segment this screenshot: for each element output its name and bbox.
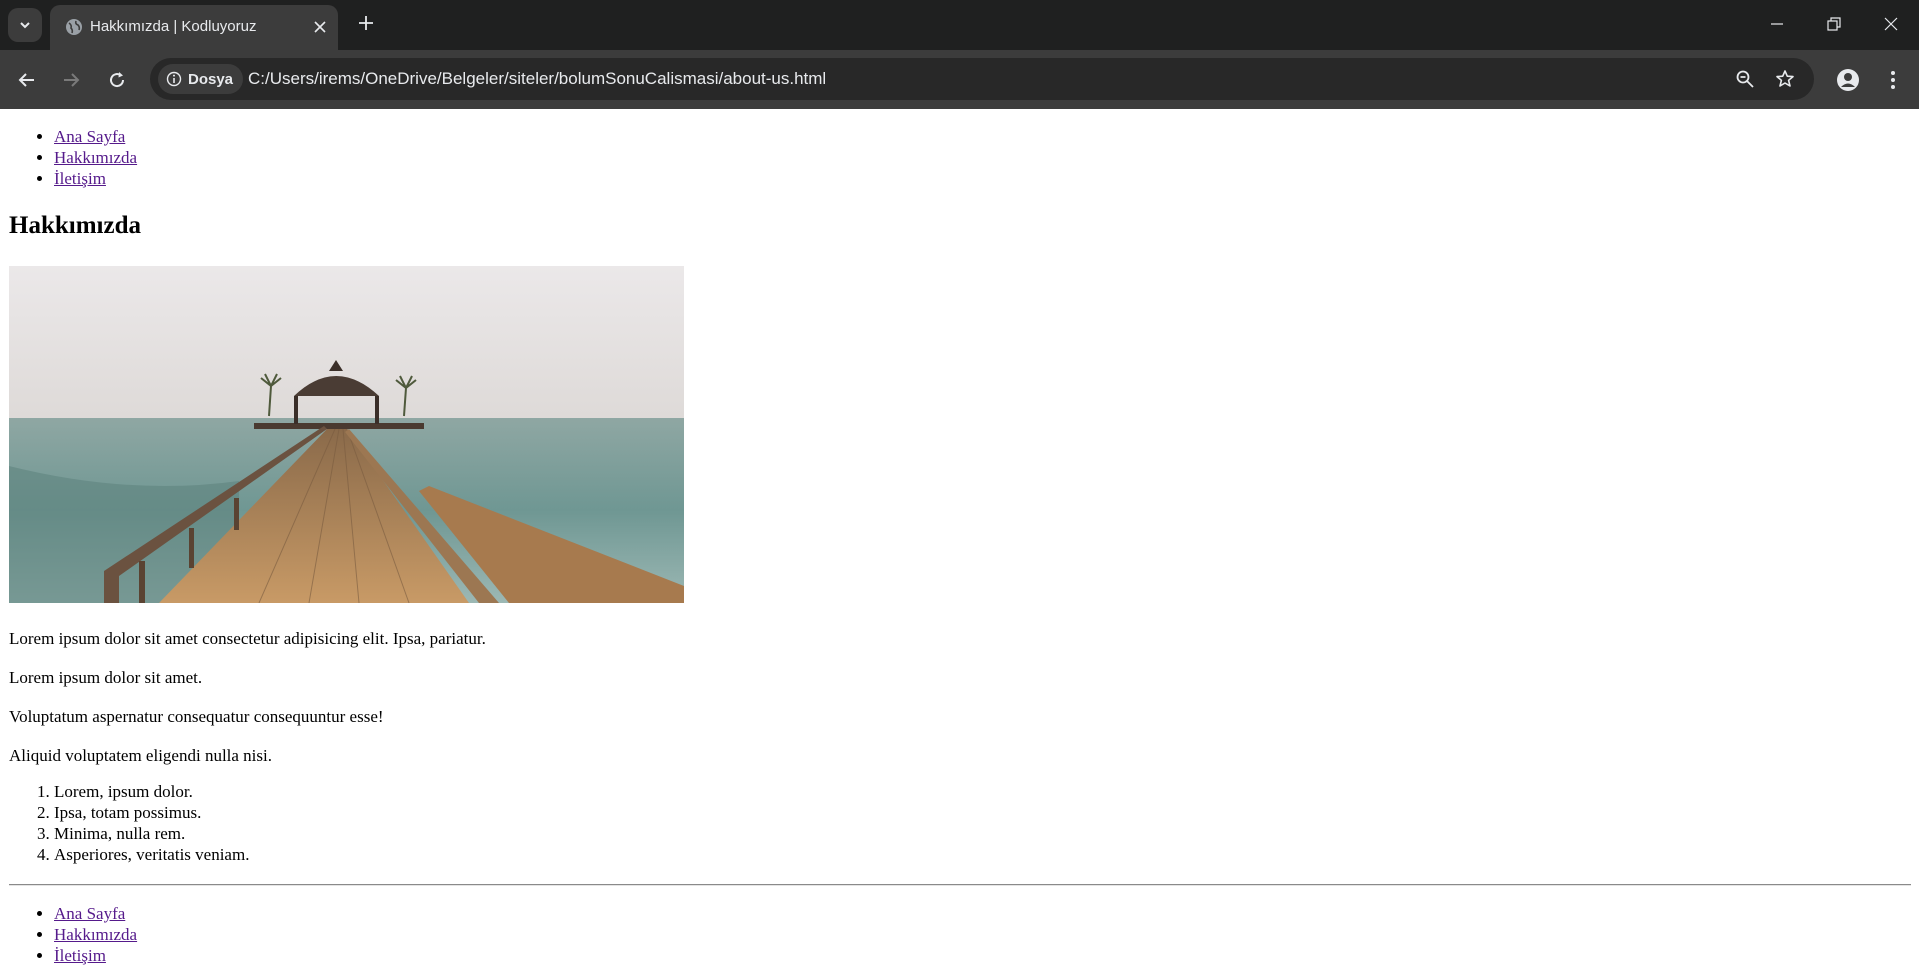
tab-strip: Hakkımızda | Kodluyoruz [0, 0, 1919, 50]
info-icon [166, 71, 182, 87]
nav-link-about[interactable]: Hakkımızda [54, 148, 137, 167]
globe-icon [66, 19, 82, 35]
arrow-right-icon [64, 73, 80, 87]
nav-link-contact[interactable]: İletişim [54, 169, 106, 188]
restore-icon [1827, 17, 1841, 31]
page-content: Ana Sayfa Hakkımızda İletişim Hakkımızda [0, 109, 1919, 967]
hero-image [9, 266, 684, 603]
tab-title: Hakkımızda | Kodluyoruz [90, 18, 257, 35]
address-bar[interactable]: Dosya C:/Users/irems/OneDrive/Belgeler/s… [150, 58, 1814, 100]
forward-button[interactable] [56, 65, 86, 95]
bottom-nav-list: Ana Sayfa Hakkımızda İletişim [9, 903, 137, 966]
list-item: İletişim [54, 945, 137, 966]
url-text[interactable]: C:/Users/irems/OneDrive/Belgeler/siteler… [248, 69, 826, 89]
browser-chrome: Hakkımızda | Kodluyoruz Dosya C:/Users/i… [0, 0, 1919, 109]
reload-button[interactable] [102, 65, 132, 95]
list-item: Hakkımızda [54, 147, 137, 168]
back-button[interactable] [12, 65, 42, 95]
plus-icon [359, 16, 373, 30]
profile-button[interactable] [1833, 65, 1863, 95]
chevron-down-icon [20, 22, 30, 29]
zoom-icon[interactable] [1733, 67, 1757, 91]
list-item: Ana Sayfa [54, 126, 137, 147]
paragraph: Voluptatum aspernatur consequatur conseq… [9, 707, 384, 726]
list-item: Ana Sayfa [54, 903, 137, 924]
reload-icon [110, 72, 125, 88]
nav-link-home[interactable]: Ana Sayfa [54, 127, 125, 146]
footer-link-contact[interactable]: İletişim [54, 946, 106, 965]
list-item: Hakkımızda [54, 924, 137, 945]
paragraph: Lorem ipsum dolor sit amet consectetur a… [9, 629, 486, 648]
menu-button[interactable] [1878, 65, 1908, 95]
footer-link-about[interactable]: Hakkımızda [54, 925, 137, 944]
list-item: Ipsa, totam possimus. [54, 802, 249, 823]
minimize-button[interactable] [1750, 0, 1804, 48]
site-info-chip[interactable]: Dosya [158, 64, 244, 94]
new-tab-button[interactable] [353, 10, 379, 36]
close-tab-icon[interactable] [308, 15, 332, 39]
restore-button[interactable] [1807, 0, 1861, 48]
ordered-list: Lorem, ipsum dolor. Ipsa, totam possimus… [9, 781, 249, 865]
minimize-icon [1771, 23, 1783, 25]
browser-toolbar: Dosya C:/Users/irems/OneDrive/Belgeler/s… [0, 50, 1919, 109]
close-window-button[interactable] [1864, 0, 1918, 48]
arrow-left-icon [18, 73, 34, 87]
active-tab[interactable]: Hakkımızda | Kodluyoruz [50, 5, 338, 50]
profile-icon [1837, 69, 1859, 91]
top-nav-list: Ana Sayfa Hakkımızda İletişim [9, 126, 137, 189]
bookmark-star-icon[interactable] [1773, 67, 1797, 91]
close-icon [1884, 17, 1898, 31]
page-title: Hakkımızda [9, 212, 141, 239]
list-item: Minima, nulla rem. [54, 823, 249, 844]
horizontal-divider [9, 884, 1911, 886]
list-item: Asperiores, veritatis veniam. [54, 844, 249, 865]
more-vertical-icon [1891, 71, 1895, 89]
paragraph: Aliquid voluptatem eligendi nulla nisi. [9, 746, 272, 765]
paragraph: Lorem ipsum dolor sit amet. [9, 668, 203, 687]
security-chip-label: Dosya [188, 70, 234, 88]
tab-search-button[interactable] [8, 8, 42, 42]
footer-link-home[interactable]: Ana Sayfa [54, 904, 125, 923]
list-item: İletişim [54, 168, 137, 189]
list-item: Lorem, ipsum dolor. [54, 781, 249, 802]
